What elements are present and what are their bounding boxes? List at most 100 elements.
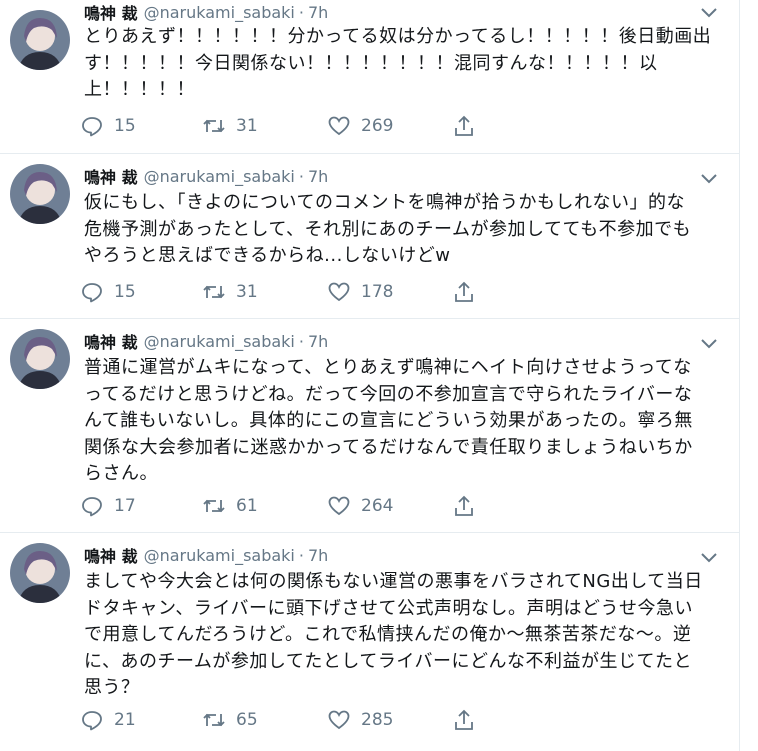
tweet-text-line: ドタキャン、ライバーに頭下げさせて公式声明なし。声明はどうせ今急い	[84, 597, 694, 619]
heart-icon	[328, 282, 350, 302]
chevron-down-icon[interactable]	[700, 551, 718, 563]
reply-button[interactable]: 17	[80, 493, 136, 519]
tweet-text-line: んて誰もいないし。具体的にこの宣言にどういう効果があったの。寧ろ無	[84, 410, 693, 431]
separator-dot: ·	[298, 2, 304, 22]
tweet-text-line: で用意してんだろうけど。これで私情挟んだの俺か～無茶苦茶だな～。逆	[84, 624, 692, 645]
like-button[interactable]: 178	[327, 279, 393, 305]
user-handle[interactable]: @narukami_sabaki	[144, 3, 295, 22]
tweet[interactable]: 鳴神 裁 @narukami_sabaki · 7h とりあえず！！！！！！分か…	[0, 0, 740, 154]
chevron-down-icon[interactable]	[700, 6, 718, 18]
separator-dot: ·	[298, 545, 304, 565]
retweet-button[interactable]: 31	[202, 279, 258, 305]
like-button[interactable]: 269	[327, 113, 393, 139]
reply-button[interactable]: 15	[80, 279, 136, 305]
tweet-text-line: 仮にもし、「きよのについてのコメントを鳴神が拾うかもしれない」的な	[84, 192, 685, 213]
share-button[interactable]	[452, 707, 486, 733]
avatar[interactable]	[10, 164, 70, 224]
timeline: 鳴神 裁 @narukami_sabaki · 7h とりあえず！！！！！！分か…	[0, 0, 740, 751]
timestamp[interactable]: 7h	[308, 332, 328, 351]
timestamp[interactable]: 7h	[308, 3, 328, 22]
retweet-icon	[203, 713, 225, 727]
heart-icon	[328, 496, 350, 516]
share-button[interactable]	[452, 493, 486, 519]
display-name[interactable]: 鳴神 裁	[84, 543, 138, 567]
reply-button[interactable]: 21	[80, 707, 136, 733]
retweet-icon	[203, 119, 225, 133]
display-name[interactable]: 鳴神 裁	[84, 0, 138, 24]
avatar[interactable]	[10, 543, 70, 603]
user-handle[interactable]: @narukami_sabaki	[144, 167, 295, 186]
tweet-actions: 15 31 178	[80, 279, 500, 305]
tweet-text-line: らさん。	[84, 463, 158, 484]
retweet-count: 65	[236, 710, 258, 730]
retweet-count: 61	[236, 496, 258, 516]
reply-count: 15	[114, 116, 136, 136]
retweet-button[interactable]: 31	[202, 113, 258, 139]
share-icon	[455, 709, 473, 730]
retweet-button[interactable]: 65	[202, 707, 258, 733]
like-count: 285	[361, 710, 394, 730]
tweet-text-line: 関係な大会参加者に迷惑かかってるだけなんで責任取りましょうねいちか	[84, 436, 693, 458]
user-handle[interactable]: @narukami_sabaki	[144, 546, 295, 565]
tweet-text-line: やろうと思えばできるからね...しないけどw	[84, 245, 451, 266]
share-icon	[455, 495, 473, 516]
tweet[interactable]: 鳴神 裁 @narukami_sabaki · 7h 仮にもし、「きよのについて…	[0, 154, 740, 319]
tweet-text-line: とりあえず！！！！！！分かってる奴は分かってるし！！！！！後日動画出	[84, 26, 712, 47]
share-button[interactable]	[452, 279, 486, 305]
tweet-actions: 21 65 285	[80, 707, 500, 733]
avatar[interactable]	[10, 10, 70, 70]
tweet-actions: 15 31 269	[80, 113, 500, 139]
like-button[interactable]: 264	[327, 493, 393, 519]
share-icon	[455, 115, 473, 136]
chevron-down-icon[interactable]	[700, 337, 718, 349]
heart-icon	[328, 710, 350, 730]
user-handle[interactable]: @narukami_sabaki	[144, 332, 295, 351]
like-count: 178	[361, 282, 394, 302]
tweet-header: 鳴神 裁 @narukami_sabaki · 7h	[84, 164, 328, 188]
tweet-text-line: 危機予測があったとして、それ別にあのチームが参加してても不参加でも	[84, 218, 692, 240]
tweet-actions: 17 61 264	[80, 493, 500, 519]
tweet-text-line: 普通に運営がムキになって、とりあえず鳴神にヘイト向けさせようってな	[84, 357, 692, 378]
reply-icon	[82, 497, 102, 517]
like-count: 264	[361, 496, 394, 516]
reply-icon	[82, 711, 102, 731]
retweet-count: 31	[236, 116, 258, 136]
tweet-text-line: 思う？	[84, 677, 140, 698]
separator-dot: ·	[298, 331, 304, 351]
tweet-text-line: ましてや今大会とは何の関係もない運営の悪事をバラされてNG出して当日	[84, 571, 703, 592]
tweet-text-line: に、あのチームが参加してたとしてライバーにどんな不利益が生じてたと	[84, 650, 692, 672]
reply-count: 17	[114, 496, 136, 516]
heart-icon	[328, 116, 350, 136]
reply-count: 15	[114, 282, 136, 302]
tweet-text: とりあえず！！！！！！分かってる奴は分かってるし！！！！！後日動画出 す！！！！…	[84, 24, 724, 104]
timestamp[interactable]: 7h	[308, 546, 328, 565]
tweet-text: 仮にもし、「きよのについてのコメントを鳴神が拾うかもしれない」的な 危機予測があ…	[84, 190, 724, 270]
reply-icon	[82, 283, 102, 303]
tweet-text-line: す！！！！！今日関係ない！！！！！！！！混同すんな！！！！！以	[84, 52, 658, 74]
display-name[interactable]: 鳴神 裁	[84, 329, 138, 353]
like-button[interactable]: 285	[327, 707, 393, 733]
retweet-icon	[203, 499, 225, 513]
tweet-header: 鳴神 裁 @narukami_sabaki · 7h	[84, 543, 328, 567]
like-count: 269	[361, 116, 394, 136]
retweet-button[interactable]: 61	[202, 493, 258, 519]
reply-button[interactable]: 15	[80, 113, 136, 139]
tweet-text-line: ってるだけと思うけどね。だって今回の不参加宣言で守られたライバーな	[84, 383, 693, 405]
share-button[interactable]	[452, 113, 486, 139]
share-icon	[455, 281, 473, 302]
avatar[interactable]	[10, 329, 70, 389]
tweet-header: 鳴神 裁 @narukami_sabaki · 7h	[84, 329, 328, 353]
chevron-down-icon[interactable]	[700, 172, 718, 184]
display-name[interactable]: 鳴神 裁	[84, 164, 138, 188]
reply-count: 21	[114, 710, 136, 730]
reply-icon	[82, 117, 102, 137]
tweet[interactable]: 鳴神 裁 @narukami_sabaki · 7h 普通に運営がムキになって、…	[0, 319, 740, 533]
timestamp[interactable]: 7h	[308, 167, 328, 186]
tweet-text: ましてや今大会とは何の関係もない運営の悪事をバラされてNG出して当日 ドタキャン…	[84, 569, 724, 702]
tweet-text-line: 上！！！！！	[84, 79, 195, 100]
retweet-count: 31	[236, 282, 258, 302]
tweet-header: 鳴神 裁 @narukami_sabaki · 7h	[84, 0, 328, 24]
tweet[interactable]: 鳴神 裁 @narukami_sabaki · 7h ましてや今大会とは何の関係…	[0, 533, 740, 751]
tweet-text: 普通に運営がムキになって、とりあえず鳴神にヘイト向けさせようってな ってるだけと…	[84, 355, 724, 488]
retweet-icon	[203, 285, 225, 299]
